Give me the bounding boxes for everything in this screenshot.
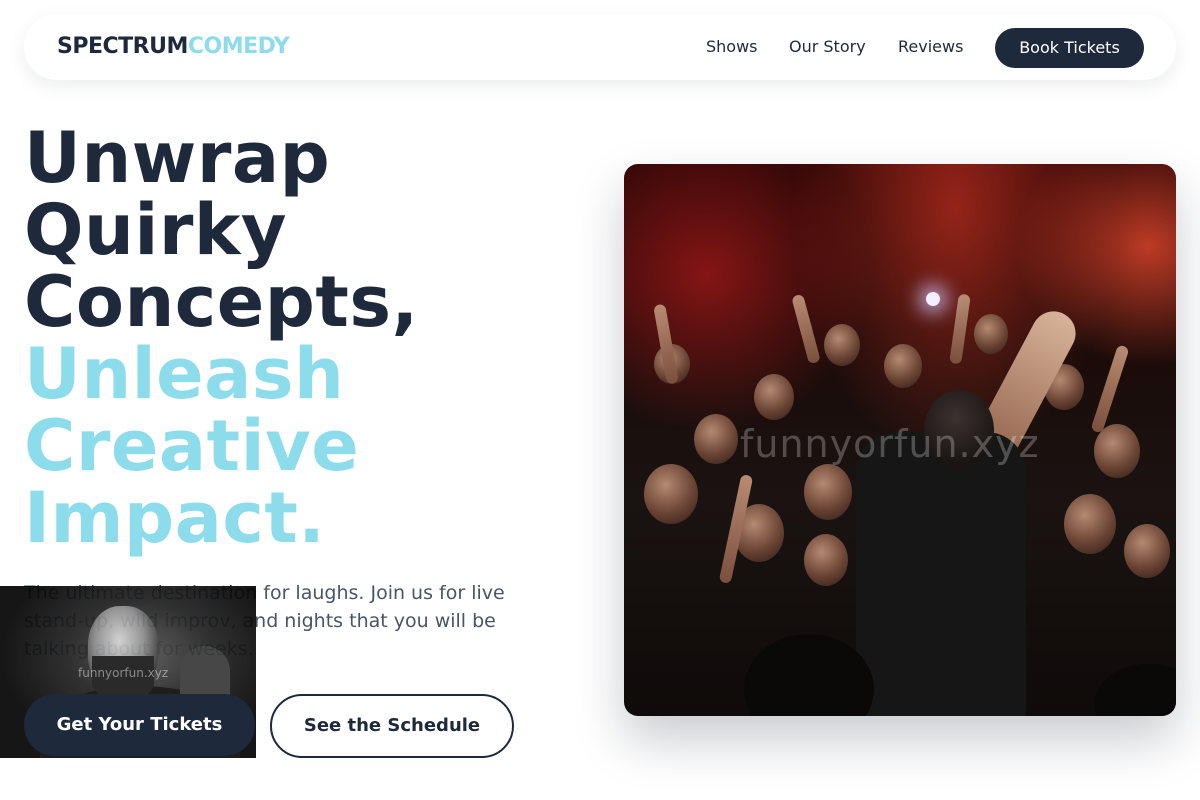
headline-line: Unwrap (24, 117, 331, 199)
headline-line-accent: Impact. (24, 477, 326, 559)
logo[interactable]: SPECTRUMCOMEDY (57, 34, 290, 60)
performer-body (856, 432, 1026, 716)
crowd-head (694, 414, 738, 464)
crowd-head (884, 344, 922, 388)
get-your-tickets-button[interactable]: Get Your Tickets (24, 694, 255, 756)
crowd-head (804, 534, 848, 586)
crowd-raised-arm (791, 293, 821, 365)
headline-line: Concepts, (24, 261, 419, 343)
crowd-head (824, 324, 860, 366)
foreground-head (744, 634, 874, 716)
crowd-head (1064, 494, 1116, 554)
crowd-head (804, 464, 852, 520)
crowd-head (1094, 424, 1140, 478)
thumbnail-watermark: funnyorfun.xyz (78, 666, 169, 680)
logo-text-spectrum: SPECTRUM (57, 34, 188, 59)
top-navbar: SPECTRUMCOMEDY Shows Our Story Reviews B… (24, 14, 1176, 80)
nav-link-shows[interactable]: Shows (706, 37, 758, 57)
crowd-head (974, 314, 1008, 354)
book-tickets-button[interactable]: Book Tickets (995, 28, 1144, 68)
crowd-head (754, 374, 794, 420)
stage-spotlight (926, 292, 940, 306)
hero-headline: Unwrap Quirky Concepts, Unleash Creative… (24, 122, 584, 554)
crowd-raised-arm (949, 293, 971, 365)
headline-line: Quirky (24, 189, 288, 271)
headline-line-accent: Creative (24, 405, 360, 487)
nav-link-reviews[interactable]: Reviews (898, 37, 963, 57)
crowd-head (644, 464, 698, 524)
crowd-head (1124, 524, 1170, 578)
see-the-schedule-button[interactable]: See the Schedule (270, 694, 514, 758)
nav-link-our-story[interactable]: Our Story (789, 37, 866, 57)
crowd-raised-arm (1090, 344, 1130, 434)
hero-crowd-image: funnyorfun.xyz (624, 164, 1176, 716)
landing-page: SPECTRUMCOMEDY Shows Our Story Reviews B… (0, 0, 1200, 800)
foreground-head (1094, 664, 1176, 716)
headline-line-accent: Unleash (24, 333, 345, 415)
logo-text-comedy: COMEDY (187, 34, 290, 59)
image-watermark: funnyorfun.xyz (740, 422, 1040, 466)
